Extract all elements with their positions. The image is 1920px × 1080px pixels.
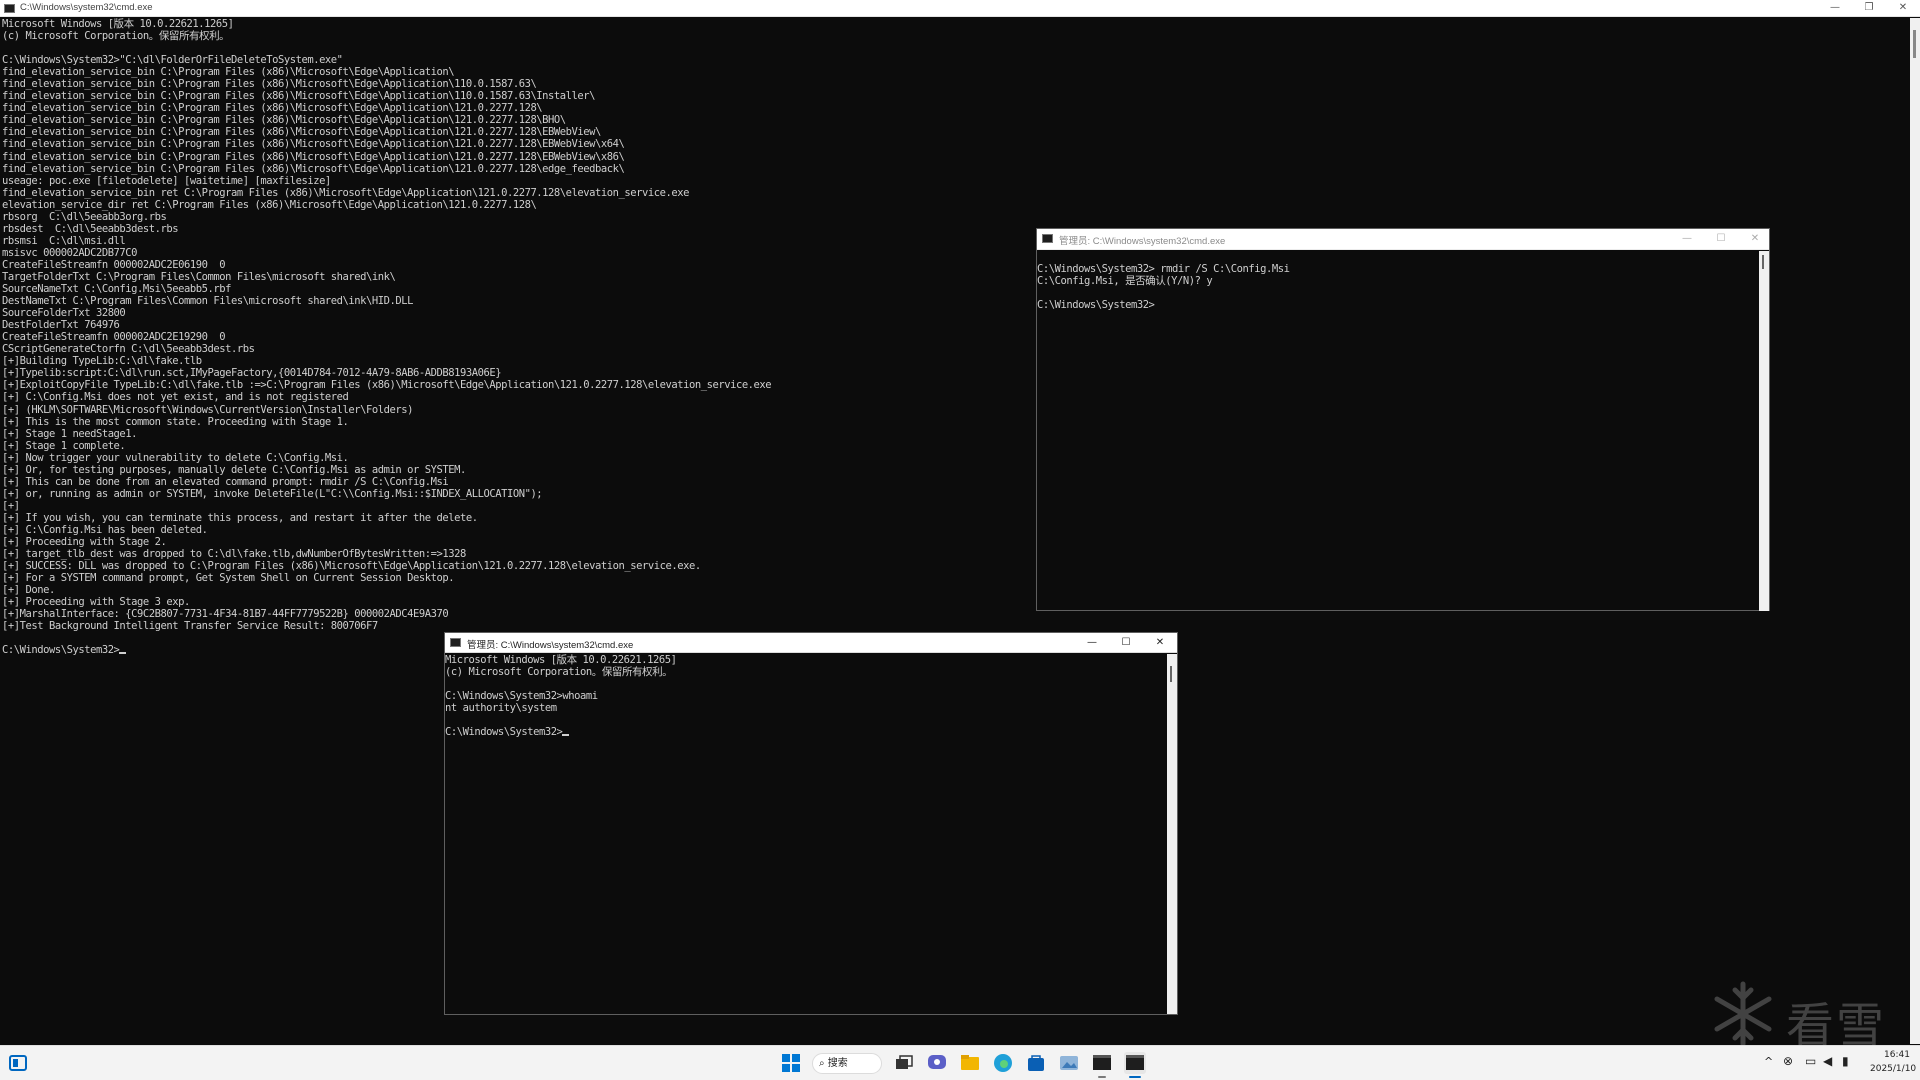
console-line: find_elevation_service_bin C:\Program Fi… xyxy=(2,138,625,151)
chevron-up-icon[interactable]: ^ xyxy=(1764,1055,1773,1068)
start-button[interactable] xyxy=(780,1052,802,1074)
terminal-button-active[interactable] xyxy=(1124,1052,1146,1078)
main-titlebar[interactable]: C:\Windows\system32\cmd.exe — ❐ ✕ xyxy=(0,0,1920,17)
network-icon[interactable]: ▭ xyxy=(1805,1054,1816,1068)
store-button[interactable] xyxy=(1025,1052,1047,1074)
search-icon: ⌕ xyxy=(819,1058,825,1069)
text-cursor xyxy=(562,734,570,737)
security-icon[interactable]: ⊗ xyxy=(1783,1054,1793,1068)
close-button[interactable]: ✕ xyxy=(1743,231,1767,247)
scrollbar-thumb[interactable] xyxy=(1913,30,1916,58)
console-line: nt authority\system xyxy=(445,702,557,715)
console-line: useage: poc.exe [filetodelete] [waitetim… xyxy=(2,174,331,187)
task-view-icon xyxy=(896,1055,913,1069)
console-line: C:\Windows\System32>whoami xyxy=(445,690,598,703)
edge-button[interactable] xyxy=(992,1052,1014,1074)
photos-button[interactable] xyxy=(1058,1052,1080,1074)
admin-titlebar[interactable]: 管理员: C:\Windows\system32\cmd.exe — ☐ ✕ xyxy=(1037,229,1769,250)
console-line: (c) Microsoft Corporation。保留所有权利。 xyxy=(2,30,230,43)
scrollbar-thumb[interactable] xyxy=(1762,255,1764,269)
console-line: find_elevation_service_bin C:\Program Fi… xyxy=(2,66,455,79)
console-line: find_elevation_service_bin C:\Program Fi… xyxy=(2,114,566,127)
console-line: find_elevation_service_bin C:\Program Fi… xyxy=(2,78,537,91)
watermark: 看雪 xyxy=(1708,980,1908,1054)
console-line: rbsorg C:\dl\5eeabb3org.rbs xyxy=(2,210,167,223)
search-box[interactable]: ⌕ 搜索 xyxy=(812,1053,882,1074)
maximize-button[interactable]: ☐ xyxy=(1114,635,1138,651)
window-title: 管理员: C:\Windows\system32\cmd.exe xyxy=(467,640,634,651)
active-indicator xyxy=(1129,1076,1141,1078)
task-view-button[interactable] xyxy=(893,1052,915,1074)
restore-button[interactable]: ❐ xyxy=(1857,0,1881,16)
console-line: find_elevation_service_bin C:\Program Fi… xyxy=(2,162,625,175)
minimize-button[interactable]: — xyxy=(1823,0,1847,16)
volume-icon[interactable]: ◀ xyxy=(1823,1054,1832,1068)
close-button[interactable]: ✕ xyxy=(1891,0,1915,16)
photos-icon xyxy=(1060,1056,1078,1070)
file-explorer-icon xyxy=(961,1055,979,1070)
start-icon xyxy=(782,1054,800,1072)
admin-console-window-whoami[interactable]: 管理员: C:\Windows\system32\cmd.exe — ☐ ✕ M… xyxy=(444,632,1178,1015)
console-output[interactable]: Microsoft Windows [版本 10.0.22621.1265] (c… xyxy=(445,654,1161,1012)
edge-icon xyxy=(994,1054,1012,1072)
store-icon xyxy=(1028,1055,1044,1071)
snowflake-logo-icon xyxy=(1714,981,1772,1047)
minimize-button[interactable]: — xyxy=(1675,231,1699,247)
console-line: C:\Config.Msi, 是否确认(Y/N)? y xyxy=(1037,275,1213,288)
console-line: C:\Windows\System32>"C:\dl\FolderOrFileD… xyxy=(2,54,343,67)
console-line: find_elevation_service_bin C:\Program Fi… xyxy=(2,150,625,163)
terminal-button[interactable] xyxy=(1091,1052,1113,1078)
chat-icon xyxy=(928,1055,946,1069)
minimize-button[interactable]: — xyxy=(1080,635,1104,651)
console-line: (c) Microsoft Corporation。保留所有权利。 xyxy=(445,666,673,679)
console-line: find_elevation_service_bin ret C:\Progra… xyxy=(2,186,689,199)
console-line: C:\Windows\System32> xyxy=(1037,299,1155,312)
window-title: 管理员: C:\Windows\system32\cmd.exe xyxy=(1059,236,1226,247)
console-line: find_elevation_service_bin C:\Program Fi… xyxy=(2,126,601,139)
taskbar[interactable]: ⌕ 搜索 ^ ⊗ ▭ ◀ ▮ 16:41 2025/1/10 xyxy=(0,1045,1920,1080)
window-title: C:\Windows\system32\cmd.exe xyxy=(20,2,153,13)
text-cursor xyxy=(119,652,127,655)
console-output[interactable]: C:\Windows\System32> rmdir /S C:\Config.… xyxy=(1037,263,1753,609)
vertical-scrollbar[interactable] xyxy=(1910,18,1920,1044)
admin-console-window-rmdir[interactable]: 管理员: C:\Windows\system32\cmd.exe — ☐ ✕ C… xyxy=(1036,228,1770,611)
console-line: Microsoft Windows [版本 10.0.22621.1265] xyxy=(2,18,234,30)
file-explorer-button[interactable] xyxy=(959,1052,981,1074)
admin-titlebar[interactable]: 管理员: C:\Windows\system32\cmd.exe — ☐ ✕ xyxy=(445,633,1177,653)
console-line: C:\Windows\System32> xyxy=(445,726,1161,738)
chat-button[interactable] xyxy=(926,1052,948,1074)
close-button[interactable]: ✕ xyxy=(1148,635,1172,651)
console-line: C:\Windows\System32> rmdir /S C:\Config.… xyxy=(1037,263,1290,275)
cmd-icon xyxy=(1042,234,1053,243)
scrollbar-thumb[interactable] xyxy=(1170,666,1172,682)
battery-icon[interactable]: ▮ xyxy=(1842,1054,1849,1068)
cmd-icon xyxy=(4,4,15,13)
console-line: find_elevation_service_bin C:\Program Fi… xyxy=(2,102,543,115)
vertical-scrollbar[interactable] xyxy=(1759,251,1769,611)
widgets-icon xyxy=(9,1055,27,1071)
terminal-icon xyxy=(1126,1055,1144,1070)
console-line: Microsoft Windows [版本 10.0.22621.1265] xyxy=(445,654,677,666)
terminal-icon xyxy=(1093,1055,1111,1070)
cmd-icon xyxy=(450,638,461,647)
clock-date[interactable]: 2025/1/10 xyxy=(1870,1064,1916,1074)
vertical-scrollbar[interactable] xyxy=(1167,654,1177,1014)
widgets-button[interactable] xyxy=(8,1053,28,1073)
search-label: 搜索 xyxy=(827,1058,848,1069)
console-line: find_elevation_service_bin C:\Program Fi… xyxy=(2,90,596,103)
maximize-button[interactable]: ☐ xyxy=(1709,231,1733,247)
console-line: [+]Test Background Intelligent Transfer … xyxy=(2,620,378,633)
console-line: elevation_service_dir ret C:\Program Fil… xyxy=(2,198,537,211)
running-indicator xyxy=(1098,1076,1106,1078)
clock-time[interactable]: 16:41 xyxy=(1884,1050,1910,1060)
